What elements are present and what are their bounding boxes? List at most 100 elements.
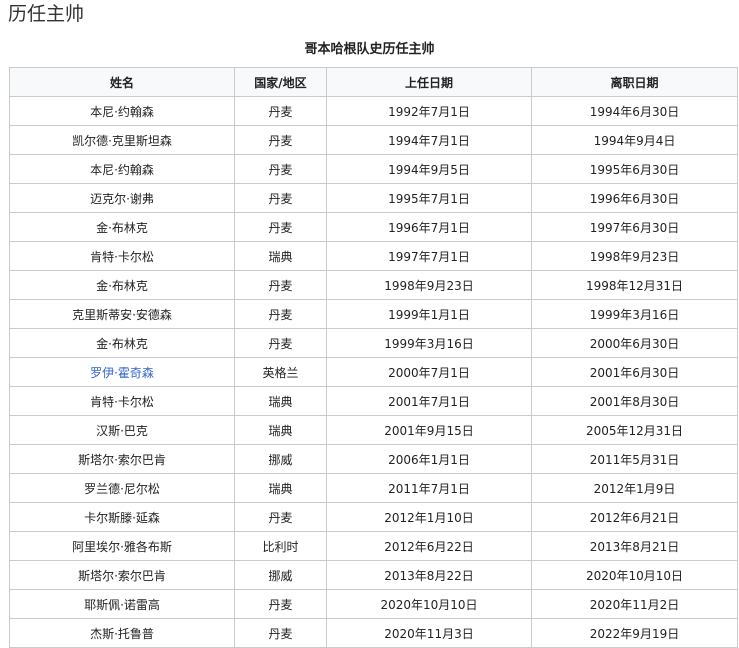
end-date-cell: 1994年9月4日 [531,125,738,155]
table-caption: 哥本哈根队史历任主帅 [304,42,435,57]
start-date-cell: 2011年7月1日 [326,473,532,503]
start-date-cell: 2012年6月22日 [326,531,532,561]
start-date-cell: 1997年7月1日 [326,241,532,271]
end-date-cell: 2022年9月19日 [531,618,738,648]
coach-country-cell: 英格兰 [234,357,327,387]
end-date-cell: 2011年5月31日 [531,444,738,474]
end-date-cell: 2020年10月10日 [531,560,738,590]
end-date-cell: 2012年1月9日 [531,473,738,503]
coach-name-cell: 迈克尔·谢弗 [9,183,235,213]
coach-country-cell: 瑞典 [234,473,327,503]
start-date-cell: 1999年1月1日 [326,299,532,329]
end-date-cell: 1999年3月16日 [531,299,738,329]
table-body: 本尼·约翰森 丹麦 1992年7月1日 1994年6月30日 凯尔德·克里斯坦森 丹麦 19… [9,96,738,648]
column-header-country: 国家/地区 [234,67,327,97]
coach-name-cell: 阿里埃尔·雅各布斯 [9,531,235,561]
coach-name-cell: 金·布林克 [9,328,235,358]
column-header-name: 姓名 [9,67,235,97]
table-row: 罗伊·霍奇森 英格兰 2000年7月1日 2001年6月30日 [9,357,738,387]
end-date-cell: 2000年6月30日 [531,328,738,358]
coach-country-cell: 瑞典 [234,415,327,445]
start-date-cell: 1998年9月23日 [326,270,532,300]
end-date-cell: 1996年6月30日 [531,183,738,213]
coach-name-cell: 金·布林克 [9,270,235,300]
column-header-start-date: 上任日期 [326,67,532,97]
end-date-cell: 1997年6月30日 [531,212,738,242]
table-row: 本尼·约翰森 丹麦 1994年9月5日 1995年6月30日 [9,154,738,184]
end-date-cell: 2001年6月30日 [531,357,738,387]
start-date-cell: 1992年7月1日 [326,96,532,126]
end-date-cell: 1994年6月30日 [531,96,738,126]
start-date-cell: 1994年7月1日 [326,125,532,155]
table-row: 克里斯蒂安·安德森 丹麦 1999年1月1日 1999年3月16日 [9,299,738,329]
table-row: 斯塔尔·索尔巴肯 挪威 2013年8月22日 2020年10月10日 [9,560,738,590]
coach-name-cell: 卡尔斯滕·延森 [9,502,235,532]
table-header-row: 姓名 国家/地区 上任日期 离职日期 [9,67,738,97]
coach-country-cell: 丹麦 [234,502,327,532]
coach-country-cell: 丹麦 [234,589,327,619]
coach-history-table: 姓名 国家/地区 上任日期 离职日期 本尼·约翰森 丹麦 1992年7月1日 1994… [9,67,738,648]
table-row: 耶斯佩·诺雷高 丹麦 2020年10月10日 2020年11月2日 [9,589,738,619]
end-date-cell: 2012年6月21日 [531,502,738,532]
coach-name-cell: 肯特·卡尔松 [9,386,235,416]
table-row: 金·布林克 丹麦 1999年3月16日 2000年6月30日 [9,328,738,358]
start-date-cell: 1995年7月1日 [326,183,532,213]
section-title: 历任主帅 [8,3,85,25]
start-date-cell: 2001年7月1日 [326,386,532,416]
coach-country-cell: 丹麦 [234,618,327,648]
coach-country-cell: 丹麦 [234,154,327,184]
start-date-cell: 2012年1月10日 [326,502,532,532]
coach-name-cell: 耶斯佩·诺雷高 [9,589,235,619]
end-date-cell: 2013年8月21日 [531,531,738,561]
table-row: 金·布林克 丹麦 1996年7月1日 1997年6月30日 [9,212,738,242]
coach-country-cell: 瑞典 [234,386,327,416]
coach-country-cell: 丹麦 [234,270,327,300]
coach-country-cell: 丹麦 [234,125,327,155]
start-date-cell: 1994年9月5日 [326,154,532,184]
start-date-cell: 2001年9月15日 [326,415,532,445]
table-row: 本尼·约翰森 丹麦 1992年7月1日 1994年6月30日 [9,96,738,126]
coach-name-cell: 斯塔尔·索尔巴肯 [9,560,235,590]
end-date-cell: 1998年9月23日 [531,241,738,271]
coach-name-cell: 肯特·卡尔松 [9,241,235,271]
coach-name-link[interactable]: 罗伊·霍奇森 [90,366,154,380]
table-row: 斯塔尔·索尔巴肯 挪威 2006年1月1日 2011年5月31日 [9,444,738,474]
coach-name-cell: 罗兰德·尼尔松 [9,473,235,503]
coach-name-cell: 克里斯蒂安·安德森 [9,299,235,329]
table-row: 迈克尔·谢弗 丹麦 1995年7月1日 1996年6月30日 [9,183,738,213]
start-date-cell: 2000年7月1日 [326,357,532,387]
start-date-cell: 2013年8月22日 [326,560,532,590]
coach-name-cell: 本尼·约翰森 [9,154,235,184]
coach-name-cell: 金·布林克 [9,212,235,242]
start-date-cell: 2020年10月10日 [326,589,532,619]
coach-country-cell: 挪威 [234,444,327,474]
coach-name-cell: 罗伊·霍奇森 [9,357,235,387]
start-date-cell: 2006年1月1日 [326,444,532,474]
table-row: 金·布林克 丹麦 1998年9月23日 1998年12月31日 [9,270,738,300]
end-date-cell: 2020年11月2日 [531,589,738,619]
coach-name-cell: 汉斯·巴克 [9,415,235,445]
coach-country-cell: 丹麦 [234,328,327,358]
coach-country-cell: 丹麦 [234,212,327,242]
coach-country-cell: 丹麦 [234,96,327,126]
coach-name-cell: 本尼·约翰森 [9,96,235,126]
table-row: 凯尔德·克里斯坦森 丹麦 1994年7月1日 1994年9月4日 [9,125,738,155]
end-date-cell: 1995年6月30日 [531,154,738,184]
coach-country-cell: 丹麦 [234,183,327,213]
table-row: 肯特·卡尔松 瑞典 2001年7月1日 2001年8月30日 [9,386,738,416]
start-date-cell: 2020年11月3日 [326,618,532,648]
table-row: 卡尔斯滕·延森 丹麦 2012年1月10日 2012年6月21日 [9,502,738,532]
coach-name-cell: 杰斯·托鲁普 [9,618,235,648]
coach-country-cell: 瑞典 [234,241,327,271]
end-date-cell: 2001年8月30日 [531,386,738,416]
coach-country-cell: 丹麦 [234,299,327,329]
table-row: 阿里埃尔·雅各布斯 比利时 2012年6月22日 2013年8月21日 [9,531,738,561]
start-date-cell: 1996年7月1日 [326,212,532,242]
coach-name-cell: 斯塔尔·索尔巴肯 [9,444,235,474]
table-row: 汉斯·巴克 瑞典 2001年9月15日 2005年12月31日 [9,415,738,445]
end-date-cell: 1998年12月31日 [531,270,738,300]
table-row: 杰斯·托鲁普 丹麦 2020年11月3日 2022年9月19日 [9,618,738,648]
start-date-cell: 1999年3月16日 [326,328,532,358]
coach-country-cell: 比利时 [234,531,327,561]
coach-name-cell: 凯尔德·克里斯坦森 [9,125,235,155]
